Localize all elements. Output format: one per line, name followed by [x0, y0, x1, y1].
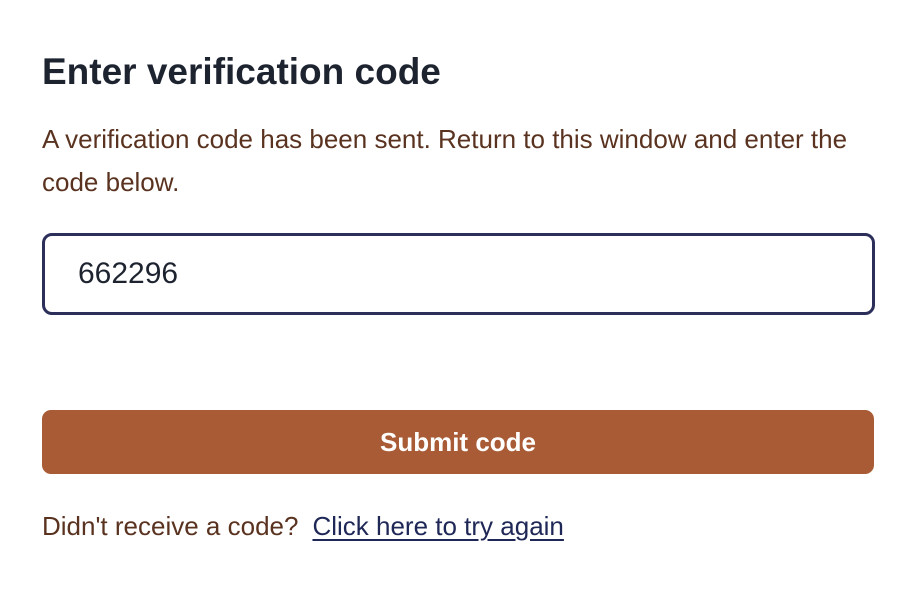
retry-prompt: Didn't receive a code?: [42, 511, 299, 541]
try-again-link[interactable]: Click here to try again: [312, 511, 563, 541]
page-title: Enter verification code: [42, 51, 441, 92]
verification-code-input[interactable]: [42, 233, 875, 315]
submit-code-button[interactable]: Submit code: [42, 410, 874, 474]
retry-row: Didn't receive a code? Click here to try …: [42, 506, 564, 546]
instructions-text: A verification code has been sent. Retur…: [42, 124, 848, 197]
